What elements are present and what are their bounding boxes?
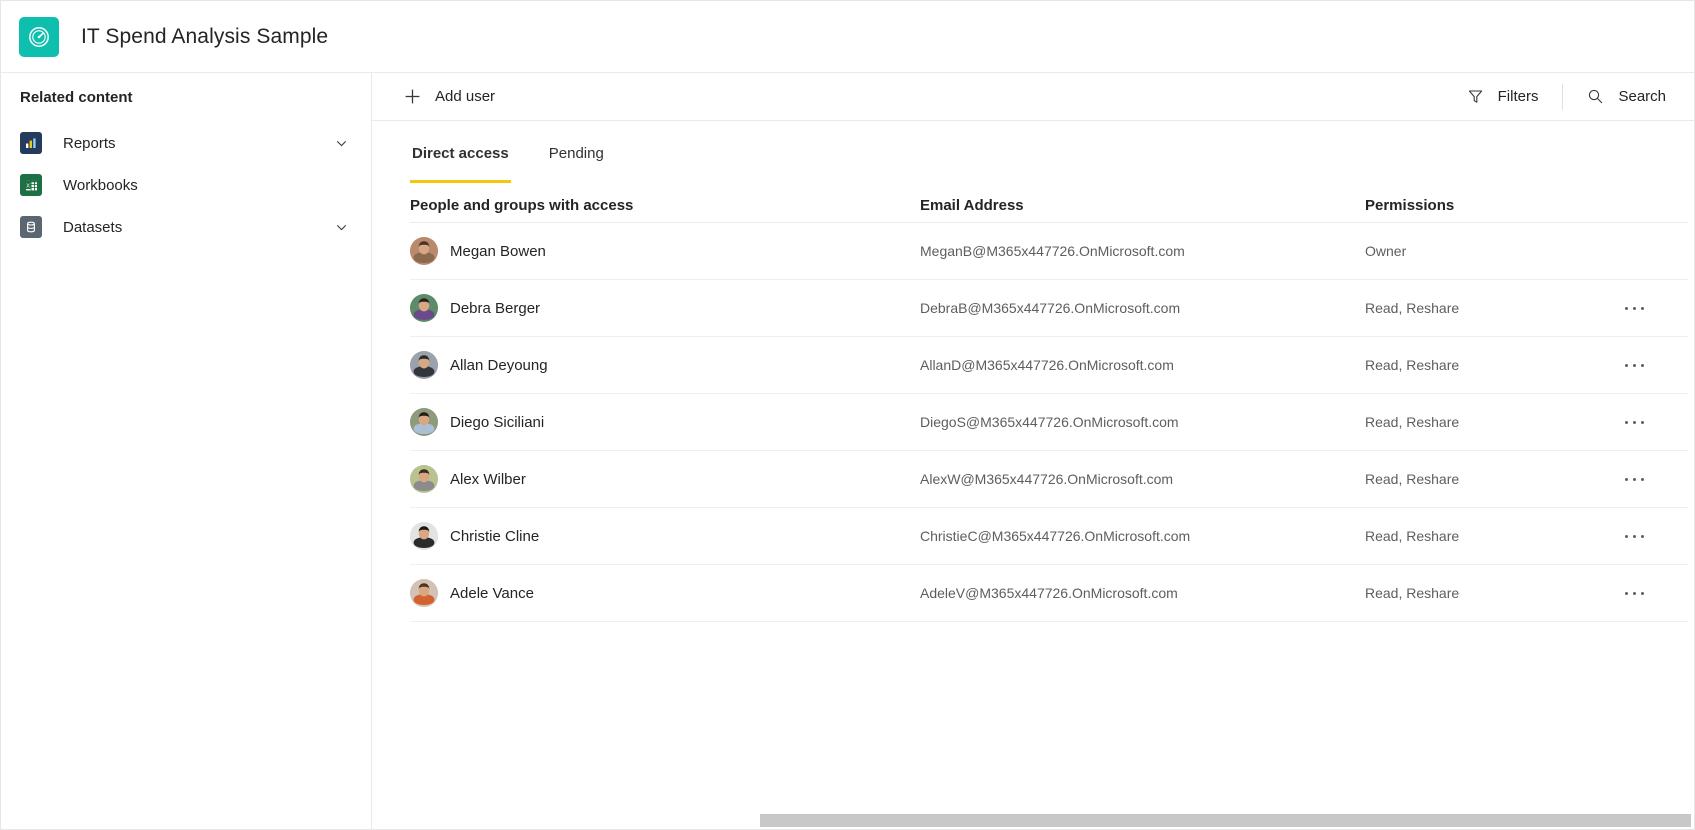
sidebar-item-reports[interactable]: Reports — [1, 122, 371, 164]
person-name: Adele Vance — [450, 584, 534, 602]
svg-text:X: X — [26, 183, 30, 189]
person-email: AdeleV@M365x447726.OnMicrosoft.com — [920, 585, 1178, 601]
reports-icon — [20, 132, 42, 154]
filters-label: Filters — [1497, 88, 1539, 105]
cell-person: Debra Berger — [410, 294, 920, 322]
more-options-icon[interactable] — [1618, 463, 1650, 495]
avatar — [410, 294, 438, 322]
search-label: Search — [1618, 88, 1666, 105]
sidebar-item-datasets[interactable]: Datasets — [1, 206, 371, 248]
table-row[interactable]: Allan Deyoung AllanD@M365x447726.OnMicros… — [410, 337, 1688, 394]
person-email: AlexW@M365x447726.OnMicrosoft.com — [920, 471, 1174, 487]
cell-person: Alex Wilber — [410, 465, 920, 493]
person-name: Alex Wilber — [450, 470, 526, 488]
share-permissions-page: IT Spend Analysis Sample Related content… — [0, 0, 1695, 830]
more-options-icon[interactable] — [1618, 577, 1650, 609]
chevron-down-icon[interactable] — [333, 135, 349, 151]
cell-actions — [1580, 577, 1688, 609]
person-name: Christie Cline — [450, 527, 540, 545]
person-name: Diego Siciliani — [450, 413, 545, 431]
gauge-icon — [19, 16, 59, 57]
person-permissions: Read, Reshare — [1365, 528, 1460, 544]
more-options-icon[interactable] — [1618, 406, 1650, 438]
sidebar-item-workbooks[interactable]: X Workbooks — [1, 164, 371, 206]
sidebar-item-label: Workbooks — [63, 176, 138, 194]
access-table-container: People and groups with access Email Addr… — [372, 183, 1694, 829]
person-permissions: Read, Reshare — [1365, 414, 1460, 430]
funnel-icon — [1467, 88, 1484, 105]
add-user-label: Add user — [435, 88, 496, 105]
column-header-permissions: Permissions — [1365, 197, 1455, 214]
avatar — [410, 237, 438, 265]
sidebar-item-label: Reports — [63, 134, 116, 152]
page-title: IT Spend Analysis Sample — [81, 24, 329, 48]
avatar — [410, 408, 438, 436]
related-content-sidebar: Related content Reports X Workbooks Data… — [1, 73, 372, 829]
person-permissions: Read, Reshare — [1365, 471, 1460, 487]
cell-person: Diego Siciliani — [410, 408, 920, 436]
table-header-row: People and groups with access Email Addr… — [410, 183, 1688, 223]
access-table: People and groups with access Email Addr… — [410, 183, 1688, 622]
cell-person: Adele Vance — [410, 579, 920, 607]
cell-actions — [1580, 292, 1688, 324]
cell-actions — [1580, 406, 1688, 438]
cell-actions — [1580, 463, 1688, 495]
person-permissions: Read, Reshare — [1365, 300, 1460, 316]
search-icon — [1587, 88, 1604, 105]
horizontal-scrollbar[interactable] — [760, 814, 1691, 827]
access-tabs: Direct access Pending — [372, 121, 1694, 183]
more-options-icon[interactable] — [1618, 520, 1650, 552]
add-user-button[interactable]: Add user — [394, 80, 505, 114]
person-email: MeganB@M365x447726.OnMicrosoft.com — [920, 243, 1185, 259]
table-row[interactable]: Diego Siciliani DiegoS@M365x447726.OnMicr… — [410, 394, 1688, 451]
person-name: Allan Deyoung — [450, 356, 548, 374]
app-header: IT Spend Analysis Sample — [1, 1, 1694, 73]
person-email: ChristieC@M365x447726.OnMicrosoft.com — [920, 528, 1191, 544]
sidebar-heading: Related content — [20, 89, 133, 106]
cell-person: Allan Deyoung — [410, 351, 920, 379]
person-permissions: Read, Reshare — [1365, 357, 1460, 373]
chevron-down-icon[interactable] — [333, 219, 349, 235]
avatar — [410, 579, 438, 607]
cell-actions — [1580, 349, 1688, 381]
cell-person: Megan Bowen — [410, 237, 920, 265]
more-options-icon[interactable] — [1618, 292, 1650, 324]
sidebar-item-label: Datasets — [63, 218, 123, 236]
table-body: Megan Bowen MeganB@M365x447726.OnMicrosof… — [410, 223, 1688, 622]
person-email: AllanD@M365x447726.OnMicrosoft.com — [920, 357, 1174, 373]
person-email: DiegoS@M365x447726.OnMicrosoft.com — [920, 414, 1179, 430]
main-panel: Add user Filters Search Direct access Pe… — [372, 73, 1694, 829]
column-header-email: Email Address — [920, 197, 1024, 214]
person-name: Debra Berger — [450, 299, 541, 317]
table-row[interactable]: Christie Cline ChristieC@M365x447726.OnMi… — [410, 508, 1688, 565]
cell-person: Christie Cline — [410, 522, 920, 550]
person-permissions: Owner — [1365, 243, 1407, 259]
column-header-people: People and groups with access — [410, 197, 634, 214]
person-permissions: Read, Reshare — [1365, 585, 1460, 601]
avatar — [410, 522, 438, 550]
table-row[interactable]: Alex Wilber AlexW@M365x447726.OnMicrosoft… — [410, 451, 1688, 508]
tab-pending[interactable]: Pending — [547, 145, 606, 183]
datasets-icon — [20, 216, 42, 238]
table-row[interactable]: Adele Vance AdeleV@M365x447726.OnMicrosof… — [410, 565, 1688, 622]
workbooks-icon: X — [20, 174, 42, 196]
table-row[interactable]: Debra Berger DebraB@M365x447726.OnMicroso… — [410, 280, 1688, 337]
search-button[interactable]: Search — [1577, 80, 1676, 114]
table-row[interactable]: Megan Bowen MeganB@M365x447726.OnMicrosof… — [410, 223, 1688, 280]
page-body: Related content Reports X Workbooks Data… — [1, 73, 1694, 829]
person-email: DebraB@M365x447726.OnMicrosoft.com — [920, 300, 1181, 316]
filters-button[interactable]: Filters — [1457, 80, 1549, 114]
cell-actions — [1580, 520, 1688, 552]
toolbar-divider — [1562, 83, 1564, 110]
cell-actions — [1580, 235, 1688, 267]
avatar — [410, 465, 438, 493]
avatar — [410, 351, 438, 379]
plus-icon — [404, 88, 421, 105]
more-options-icon[interactable] — [1618, 349, 1650, 381]
tab-direct-access[interactable]: Direct access — [410, 145, 511, 183]
command-toolbar: Add user Filters Search — [372, 73, 1694, 121]
person-name: Megan Bowen — [450, 242, 546, 260]
